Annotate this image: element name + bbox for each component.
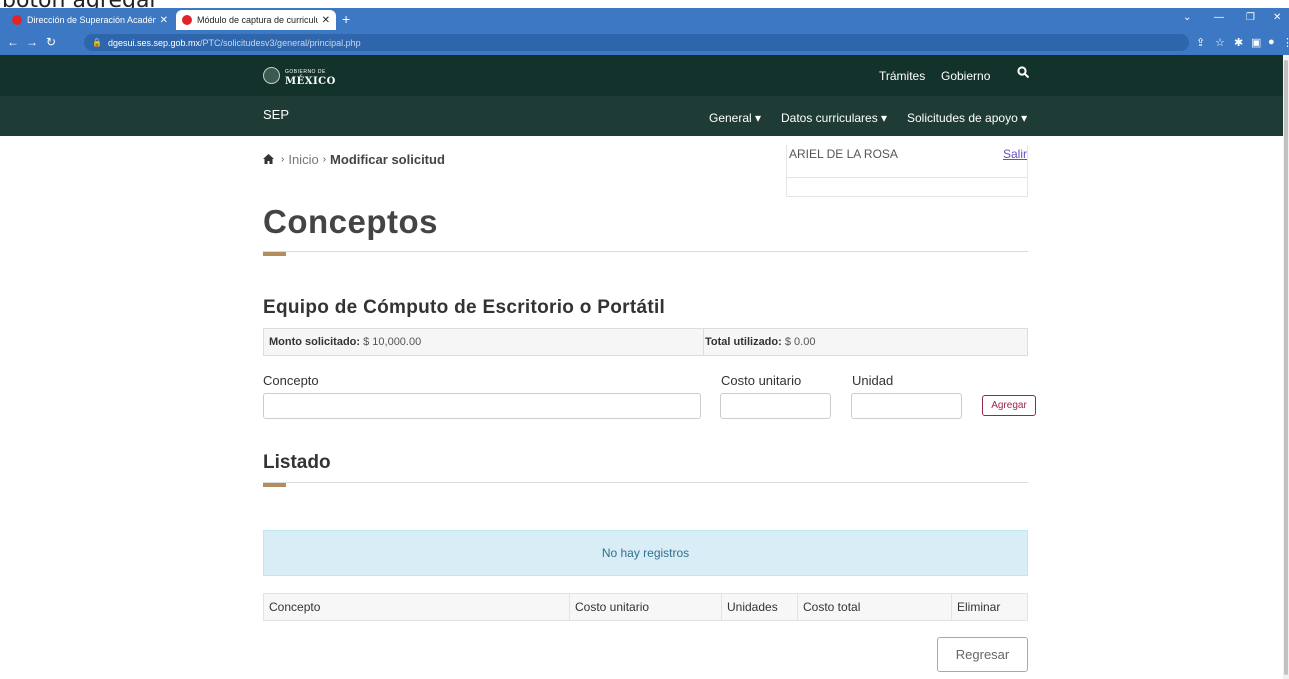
menu-datos-curriculares[interactable]: Datos curriculares ▾ <box>781 111 887 125</box>
concept-label: Concepto <box>263 373 319 388</box>
column-header-costo-unitario: Costo unitario <box>570 594 722 620</box>
unit-label: Unidad <box>852 373 894 388</box>
caption-strip: boton agregar <box>0 0 1289 8</box>
unit-cost-input[interactable] <box>720 393 831 419</box>
listado-accent-bar <box>263 483 286 487</box>
favicon-icon <box>12 15 22 25</box>
gob-mexico-logo[interactable]: GOBIERNO DE MÉXICO <box>263 65 336 87</box>
logo-big-text: MÉXICO <box>285 76 336 87</box>
add-button[interactable]: Agregar <box>982 395 1036 416</box>
breadcrumb-separator-icon: › <box>322 154 327 165</box>
title-divider <box>263 251 1028 252</box>
reload-icon[interactable]: ↻ <box>46 35 56 49</box>
amount-requested-label: Monto solicitado: <box>269 336 361 348</box>
listado-divider <box>263 482 1028 483</box>
seal-icon <box>263 67 280 84</box>
empty-message: No hay registros <box>601 546 690 560</box>
minimize-icon[interactable]: — <box>1214 12 1224 23</box>
address-bar-row: ← → ↻ 🔒 dgesui.ses.sep.gob.mx /PTC/solic… <box>0 30 1289 55</box>
section-title: Equipo de Cómputo de Escritorio o Portát… <box>263 297 666 318</box>
menu-solicitudes-de-apoyo[interactable]: Solicitudes de apoyo ▾ <box>907 111 1027 125</box>
caret-down-icon: ▾ <box>881 111 888 125</box>
gob-header: GOBIERNO DE MÉXICO Trámites Gobierno <box>0 55 1283 96</box>
unit-cost-label: Costo unitario <box>721 373 802 388</box>
column-header-costo-total: Costo total <box>798 594 952 620</box>
amount-used-label: Total utilizado: <box>705 336 782 348</box>
new-tab-icon[interactable]: + <box>342 11 350 27</box>
profile-icon[interactable]: ● <box>1268 36 1275 48</box>
restore-icon[interactable]: ❐ <box>1246 12 1255 23</box>
lock-icon: 🔒 <box>92 38 102 47</box>
back-button[interactable]: Regresar <box>937 637 1028 672</box>
column-header-concepto: Concepto <box>264 594 570 620</box>
concept-input[interactable] <box>263 393 701 419</box>
amount-requested-value: $ 10,000.00 <box>363 336 422 348</box>
sep-title[interactable]: SEP <box>263 107 289 122</box>
url-host: dgesui.ses.sep.gob.mx <box>107 37 201 48</box>
logo-small-text: GOBIERNO DE <box>285 69 326 75</box>
url-field[interactable]: 🔒 dgesui.ses.sep.gob.mx /PTC/solicitudes… <box>84 34 1189 51</box>
column-header-unidades: Unidades <box>722 594 798 620</box>
table-header: Concepto Costo unitario Unidades Costo t… <box>263 593 1028 621</box>
tab-search-icon[interactable]: ⌄ <box>1183 12 1191 23</box>
column-header-eliminar: Eliminar <box>957 600 1001 614</box>
amount-used-value: $ 0.00 <box>784 336 816 348</box>
url-path: /PTC/solicitudesv3/general/principal.php <box>200 37 361 48</box>
menu-kebab-icon[interactable]: ⋮ <box>1282 36 1289 49</box>
user-name: ARIEL DE LA ROSA <box>789 147 898 161</box>
breadcrumb: › Inicio › Modificar solicitud <box>263 152 445 167</box>
back-arrow-icon[interactable]: ← <box>7 35 19 49</box>
bookmark-star-icon[interactable]: ☆ <box>1215 36 1225 49</box>
amount-used: Total utilizado: $ 0.00 <box>705 336 815 348</box>
unit-input[interactable] <box>851 393 962 419</box>
page-title: Conceptos <box>263 203 439 240</box>
close-tab-icon[interactable]: ✕ <box>322 15 330 26</box>
caret-down-icon: ▾ <box>755 111 762 125</box>
user-box: ARIEL DE LA ROSA Salir <box>786 145 1028 197</box>
browser-tab-bar: Dirección de Superación Académ ✕ Módulo … <box>0 8 1289 30</box>
breadcrumb-separator-icon: › <box>281 154 285 165</box>
empty-records-alert: No hay registros <box>263 530 1028 576</box>
menu-label: Datos curriculares <box>781 111 878 125</box>
amount-summary: Monto solicitado: $ 10,000.00 Total util… <box>263 328 1028 356</box>
close-window-icon[interactable]: ✕ <box>1273 12 1281 23</box>
browser-tab-2[interactable]: Módulo de captura de curriculum ✕ <box>176 10 336 30</box>
browser-tab-1[interactable]: Dirección de Superación Académ ✕ <box>6 10 174 30</box>
sidepanel-icon[interactable]: ▣ <box>1251 36 1261 49</box>
nav-gobierno[interactable]: Gobierno <box>941 69 990 83</box>
close-tab-icon[interactable]: ✕ <box>160 15 168 26</box>
user-row: ARIEL DE LA ROSA Salir <box>787 145 1027 178</box>
extensions-icon[interactable]: ✱ <box>1234 36 1243 49</box>
sep-header: SEP General ▾ Datos curriculares ▾ Solic… <box>0 96 1283 136</box>
tab-title: Dirección de Superación Académ <box>27 15 156 25</box>
amount-divider <box>703 329 704 355</box>
caption-text: boton agregar <box>2 0 158 8</box>
nav-tramites[interactable]: Trámites <box>879 69 925 83</box>
amount-requested: Monto solicitado: $ 10,000.00 <box>269 336 421 348</box>
menu-label: Solicitudes de apoyo <box>907 111 1018 125</box>
forward-arrow-icon[interactable]: → <box>26 35 38 49</box>
menu-general[interactable]: General ▾ <box>709 111 761 125</box>
search-icon[interactable] <box>1017 66 1030 82</box>
caret-down-icon: ▾ <box>1021 111 1028 125</box>
logout-link[interactable]: Salir <box>1003 147 1027 161</box>
title-accent-bar <box>263 252 286 256</box>
menu-label: General <box>709 111 752 125</box>
scrollbar-thumb[interactable] <box>1284 60 1288 675</box>
breadcrumb-inicio[interactable]: Inicio <box>288 152 318 167</box>
breadcrumb-current: Modificar solicitud <box>330 152 445 167</box>
share-icon[interactable]: ⇪ <box>1196 36 1205 49</box>
listado-title: Listado <box>263 452 331 473</box>
favicon-icon <box>182 15 192 25</box>
tab-title: Módulo de captura de curriculum <box>197 15 318 25</box>
home-icon[interactable] <box>263 153 274 167</box>
